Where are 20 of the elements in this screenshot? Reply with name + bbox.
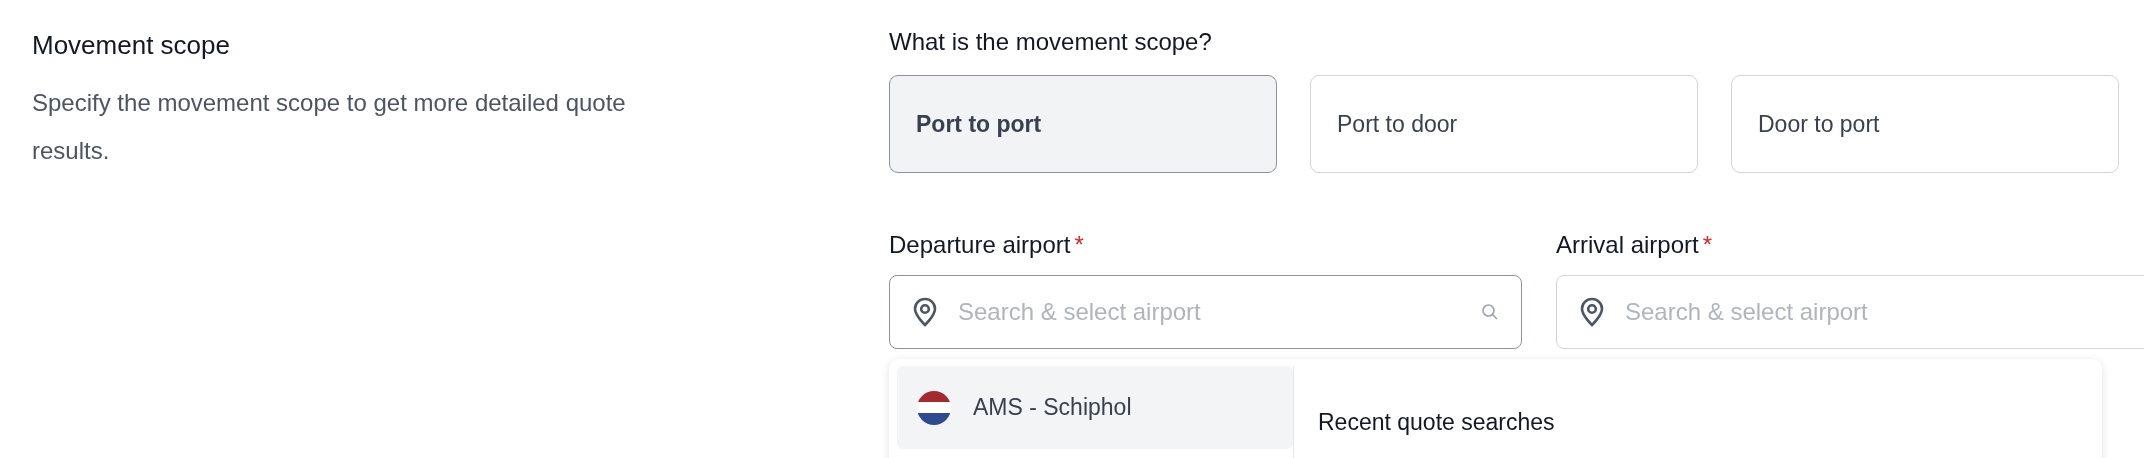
- recent-searches-heading: Recent quote searches: [1318, 409, 1555, 436]
- scope-option[interactable]: Door to port: [1731, 75, 2119, 173]
- required-icon: *: [1074, 231, 1084, 263]
- section-title: Movement scope: [32, 30, 231, 61]
- location-pin-icon: [912, 297, 938, 327]
- airport-option[interactable]: AMS - Schiphol: [897, 366, 1293, 449]
- airport-search-field[interactable]: Search & select airport: [889, 275, 1522, 349]
- required-icon: *: [1702, 231, 1713, 263]
- search-input[interactable]: Search & select airport: [1623, 297, 2144, 327]
- flag-icon: [917, 390, 951, 425]
- search-icon: [1481, 303, 1499, 321]
- field-label: Arrival airport: [1556, 231, 1699, 260]
- section-description: Specify the movement scope to get more detailed quote results.: [32, 88, 627, 166]
- field-label: Departure airport: [889, 231, 1071, 260]
- scope-option[interactable]: Port to door: [1310, 75, 1698, 173]
- search-input[interactable]: Search & select airport: [956, 297, 1463, 327]
- scope-option[interactable]: Port to port: [889, 75, 1277, 173]
- airport-search-field[interactable]: Search & select airport: [1556, 275, 2144, 349]
- location-pin-icon: [1579, 297, 1605, 327]
- question-label: What is the movement scope?: [889, 28, 1213, 57]
